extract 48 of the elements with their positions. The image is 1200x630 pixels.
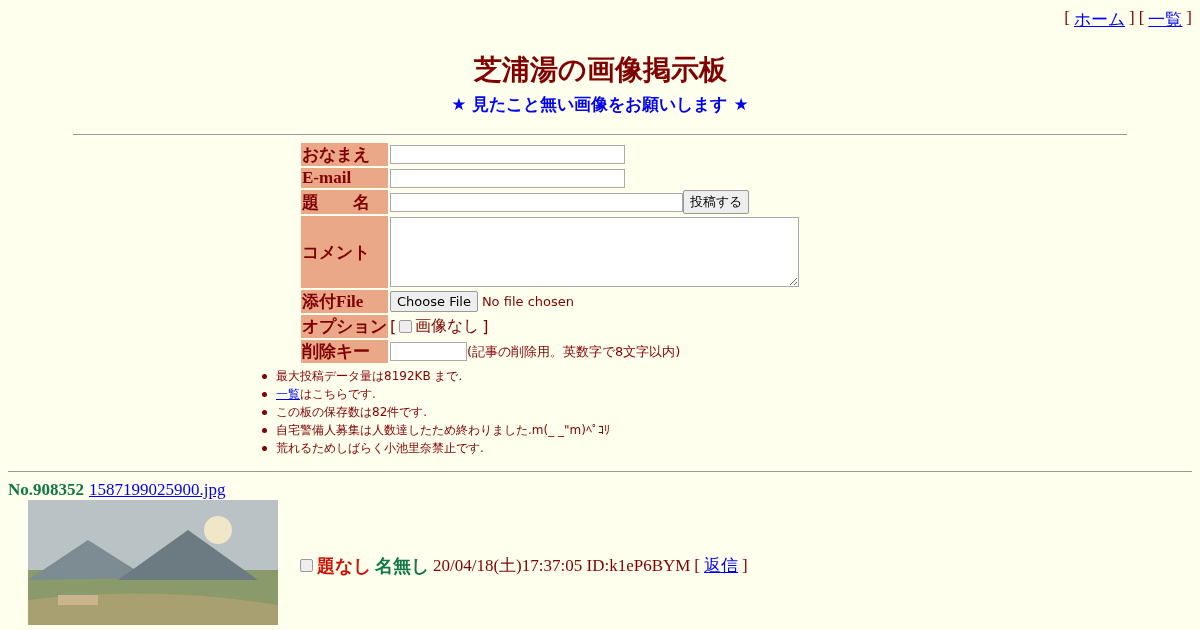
note-text: 自宅警備人募集は人数達したため終わりました.m(_ _"m)ﾍﾟｺﾘ [276, 422, 610, 437]
field-label: E-mail [301, 168, 388, 188]
reply-link[interactable]: 返信 [704, 554, 739, 577]
input-field[interactable] [390, 342, 467, 361]
field-label: おなまえ [301, 143, 388, 166]
nav-link[interactable]: ホーム [1074, 8, 1125, 31]
bracket: [ [1064, 8, 1070, 29]
bullet-icon [262, 391, 267, 397]
file-link[interactable]: 1587199025900.jpg [89, 480, 226, 500]
field-label: コメント [301, 216, 388, 288]
bracket: ] [1186, 8, 1192, 29]
input-field[interactable] [390, 192, 683, 212]
bracket: ] [1129, 8, 1135, 29]
checkbox[interactable] [300, 559, 313, 572]
note-text: はこちらです. [300, 386, 376, 401]
bullet-icon [262, 427, 267, 433]
bullet-icon [262, 445, 267, 451]
note-text: 最大投稿データ量は8192KB まで. [276, 368, 463, 383]
note-text: 荒れるためしばらく小池里奈禁止です. [276, 440, 484, 455]
bracket: [ [390, 317, 397, 336]
nav-link[interactable]: 一覧 [1148, 8, 1183, 31]
bracket: ] [742, 555, 748, 576]
field-label: 題 名 [301, 190, 388, 214]
bracket: ] [482, 317, 489, 336]
option-label: 画像なし [415, 316, 480, 337]
post-date: 20/04/18(土)17:37:05 ID:k1eP6BYM [433, 555, 691, 577]
post-subject: 題なし [317, 554, 371, 578]
input-field[interactable] [390, 168, 625, 188]
bullet-icon [262, 409, 267, 415]
board-subtitle: ★ 見たこと無い画像をお願いします ★ [450, 93, 750, 116]
board-title: 芝浦湯の画像掲示板 [472, 53, 728, 87]
bracket: [ [694, 555, 701, 576]
checkbox[interactable] [399, 320, 413, 333]
field-label: 添付File [301, 290, 388, 313]
field-label: 削除キー [301, 340, 388, 363]
bullet-icon [262, 373, 267, 379]
file-status: No file chosen [481, 294, 574, 309]
choose-file-button[interactable]: Choose File [390, 291, 478, 312]
post-number: No.908352 [8, 480, 85, 500]
poster-name: 名無し [375, 554, 429, 578]
list-link[interactable]: 一覧 [276, 386, 300, 401]
submit-button[interactable]: 投稿する [683, 190, 749, 214]
input-field[interactable] [390, 145, 625, 164]
field-hint: (記事の削除用。英数字で8文字以内) [467, 342, 681, 361]
field-label: オプション [301, 315, 388, 338]
note-text: この板の保存数は82件です. [276, 404, 428, 419]
comment-field[interactable] [390, 217, 799, 287]
bracket: [ [1138, 8, 1145, 29]
